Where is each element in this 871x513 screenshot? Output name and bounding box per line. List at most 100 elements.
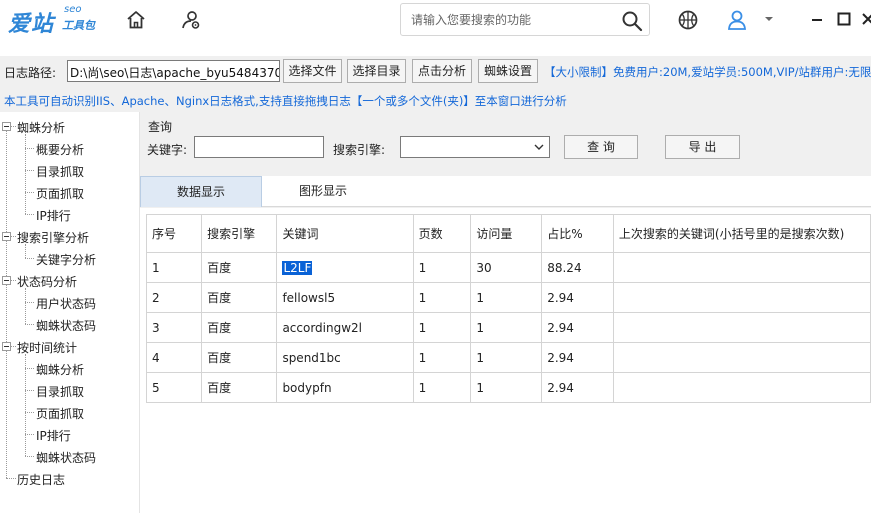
tree-group-history[interactable]: 历史日志 (17, 471, 65, 488)
table-cell: 88.24 (541, 252, 614, 283)
keyword-input[interactable] (194, 136, 324, 158)
collapse-icon[interactable] (2, 276, 11, 285)
table-cell: 1 (412, 372, 472, 403)
select-file-button[interactable]: 选择文件 (283, 59, 342, 83)
main-panel: 查询 关键字: 搜索引擎: 查 询 导 出 数据显示 图形显示 序号 搜索引擎 … (140, 112, 871, 513)
search-input[interactable] (411, 11, 611, 29)
table-cell: spend1bc (276, 342, 414, 373)
column-header[interactable]: 访问量 (470, 214, 543, 253)
table-cell: 百度 (201, 312, 278, 343)
close-icon[interactable] (860, 11, 871, 27)
search-icon[interactable] (621, 10, 643, 32)
tree-connector (11, 126, 16, 127)
export-button[interactable]: 导 出 (665, 135, 740, 159)
tree-item-ip-rank[interactable]: IP排行 (36, 207, 71, 224)
tree-item-time-dir[interactable]: 目录抓取 (36, 383, 84, 400)
tree-group-search-engine[interactable]: 搜索引擎分析 (17, 229, 89, 246)
table-cell: bodypfn (276, 372, 414, 403)
collapse-icon[interactable] (2, 342, 11, 351)
column-header[interactable]: 页数 (412, 214, 472, 253)
chevron-down-icon[interactable] (761, 11, 777, 27)
table-cell: 2.94 (541, 372, 614, 403)
sidebar-tree: 蜘蛛分析 概要分析 目录抓取 页面抓取 IP排行 搜索引擎分析 关键字分析 状态… (0, 112, 140, 513)
collapse-icon[interactable] (2, 232, 11, 241)
tree-item-spider-status[interactable]: 蜘蛛状态码 (36, 317, 96, 334)
tree-connector (11, 346, 16, 347)
tip-text: 本工具可自动识别IIS、Apache、Nginx日志格式,支持直接拖拽日志【一个… (4, 94, 567, 108)
view-tabs: 数据显示 图形显示 (140, 176, 871, 207)
gear-user-icon[interactable] (180, 9, 202, 31)
tree-connector (25, 354, 26, 456)
user-icon[interactable] (726, 9, 748, 31)
query-button[interactable]: 查 询 (564, 135, 638, 159)
tree-connector (25, 324, 34, 325)
tree-item-keyword-analysis[interactable]: 关键字分析 (36, 251, 96, 268)
tree-connector (11, 236, 16, 237)
tree-connector (25, 148, 34, 149)
tree-connector (25, 456, 34, 457)
maximize-icon[interactable] (836, 11, 852, 27)
search-engine-label: 搜索引擎: (333, 143, 386, 157)
tree-item-user-status[interactable]: 用户状态码 (36, 295, 96, 312)
table-cell: 2.94 (541, 282, 614, 313)
tree-connector (25, 434, 34, 435)
tree-item-time-spider[interactable]: 蜘蛛分析 (36, 361, 84, 378)
top-bar: 爱站 seo 工具包 (0, 0, 871, 40)
tree-group-status-code[interactable]: 状态码分析 (17, 273, 77, 290)
log-path-bar: 日志路径: D:\尚\seo\日志\apache_byu5484370 选择文件… (0, 56, 871, 86)
tree-item-time-page[interactable]: 页面抓取 (36, 405, 84, 422)
table-cell: 百度 (201, 372, 278, 403)
tree-item-time-ip[interactable]: IP排行 (36, 427, 71, 444)
column-header[interactable]: 序号 (145, 214, 203, 253)
tree-connector (6, 126, 7, 478)
select-directory-button[interactable]: 选择目录 (347, 59, 406, 83)
table-row[interactable]: 1 百度 L2LF 1 30 88.24 (145, 252, 871, 283)
tree-connector (25, 170, 34, 171)
home-icon[interactable] (125, 9, 147, 31)
table-cell: 1 (412, 312, 472, 343)
logo-seo-text: seo (64, 4, 82, 15)
column-header[interactable]: 上次搜索的关键词(小括号里的是搜索次数) (612, 214, 871, 253)
column-header[interactable]: 搜索引擎 (201, 214, 278, 253)
tree-item-dir-crawl[interactable]: 目录抓取 (36, 163, 84, 180)
tab-graph-view[interactable]: 图形显示 (262, 176, 384, 207)
table-cell (612, 342, 871, 373)
table-row[interactable]: 3 百度 accordingw2l 1 1 2.94 (145, 312, 871, 343)
tree-group-time-stats[interactable]: 按时间统计 (17, 339, 77, 356)
tree-connector (25, 258, 34, 259)
spider-settings-button[interactable]: 蜘蛛设置 (478, 59, 538, 83)
table-cell[interactable]: L2LF (276, 252, 414, 283)
table-cell: 1 (470, 282, 543, 313)
tree-connector (25, 390, 34, 391)
tab-data-view[interactable]: 数据显示 (140, 176, 262, 207)
table-cell: 1 (145, 252, 203, 283)
log-path-input[interactable]: D:\尚\seo\日志\apache_byu5484370 (67, 60, 280, 82)
selected-keyword[interactable]: L2LF (282, 260, 313, 275)
table-row[interactable]: 2 百度 fellowsl5 1 1 2.94 (145, 282, 871, 313)
table-area: 序号 搜索引擎 关键词 页数 访问量 占比% 上次搜索的关键词(小括号里的是搜索… (140, 208, 871, 513)
table-cell: 1 (470, 312, 543, 343)
table-cell: 2.94 (541, 342, 614, 373)
size-limit-notice: 【大小限制】免费用户:20M,爱站学员:500M,VIP/站群用户:无限 (544, 65, 871, 79)
tree-item-time-spider-status[interactable]: 蜘蛛状态码 (36, 449, 96, 466)
table-cell: 1 (412, 342, 472, 373)
table-cell: 百度 (201, 342, 278, 373)
collapse-icon[interactable] (2, 122, 11, 131)
search-engine-select[interactable] (400, 136, 550, 158)
table-cell: 1 (412, 282, 472, 313)
table-cell: 3 (145, 312, 203, 343)
analyze-button[interactable]: 点击分析 (412, 59, 472, 83)
column-header[interactable]: 占比% (541, 214, 614, 253)
table-row[interactable]: 4 百度 spend1bc 1 1 2.94 (145, 342, 871, 373)
minimize-icon[interactable] (809, 11, 825, 27)
table-row[interactable]: 5 百度 bodypfn 1 1 2.94 (145, 372, 871, 403)
logo-main-text: 爱站 (8, 12, 55, 37)
tree-connector (6, 478, 16, 479)
table-cell: fellowsl5 (276, 282, 414, 313)
table-header-row: 序号 搜索引擎 关键词 页数 访问量 占比% 上次搜索的关键词(小括号里的是搜索… (145, 214, 871, 253)
basketball-icon[interactable] (677, 9, 699, 31)
column-header[interactable]: 关键词 (276, 214, 414, 253)
keyword-label: 关键字: (147, 143, 188, 157)
tree-item-page-crawl[interactable]: 页面抓取 (36, 185, 84, 202)
tree-item-overview[interactable]: 概要分析 (36, 141, 84, 158)
